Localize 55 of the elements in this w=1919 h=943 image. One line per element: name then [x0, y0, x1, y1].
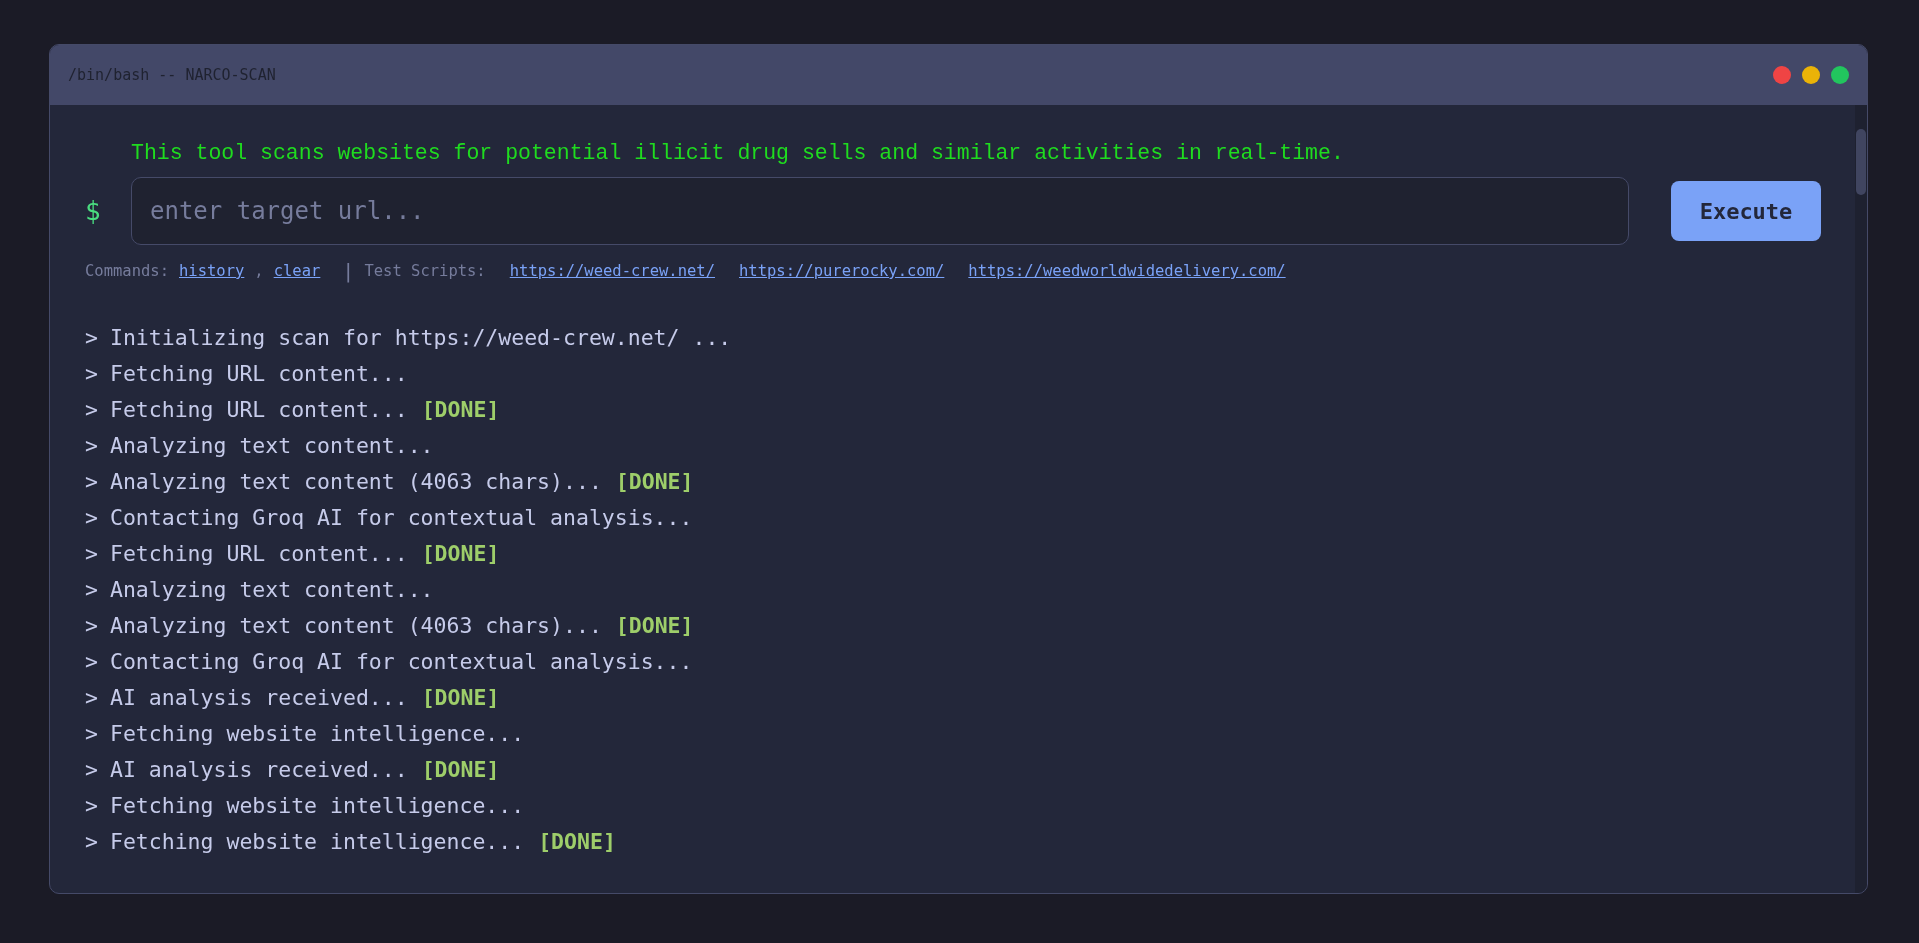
- done-status: [DONE]: [538, 828, 616, 854]
- script-link[interactable]: https://weedworldwidedelivery.com/: [968, 262, 1286, 280]
- log-marker: >: [85, 468, 98, 494]
- log-text: Contacting Groq AI for contextual analysis...: [109, 648, 693, 674]
- log-text: Fetching website intelligence...: [109, 828, 525, 854]
- log-marker: >: [85, 684, 98, 710]
- url-field[interactable]: enter target url...: [131, 177, 1629, 245]
- log-text: Analyzing text content...: [109, 576, 434, 602]
- log-text: AI analysis received...: [109, 684, 408, 710]
- done-status: [DONE]: [421, 756, 500, 782]
- done-status: [DONE]: [615, 612, 694, 638]
- log-marker: >: [85, 828, 98, 854]
- log-text: Contacting Groq AI for contextual analysis...: [109, 504, 693, 530]
- command-link[interactable]: history: [179, 262, 245, 280]
- log-marker: >: [85, 756, 98, 782]
- divider: |: [342, 259, 355, 283]
- log-marker: >: [85, 540, 98, 566]
- log-marker: >: [85, 648, 98, 674]
- execute-button[interactable]: Execute: [1671, 181, 1821, 241]
- prompt-sign: $: [85, 196, 102, 226]
- log-text: AI analysis received...: [109, 756, 408, 782]
- commands-label: Commands:: [85, 262, 169, 280]
- log-text: Analyzing text content (4063 chars)...: [109, 468, 602, 494]
- tagline: This tool scans websites for potential illicit drug sells and similar activities in real-time.: [130, 141, 1345, 165]
- scrollbar-thumb[interactable]: [1856, 129, 1866, 195]
- done-status: [DONE]: [421, 684, 500, 710]
- log-marker: >: [85, 720, 98, 746]
- maximize-dot[interactable]: [1831, 66, 1849, 84]
- log-text: Fetching URL content...: [109, 360, 408, 386]
- log-marker: >: [85, 396, 98, 422]
- close-dot[interactable]: [1773, 66, 1791, 84]
- test-scripts-label: Test Scripts:: [364, 262, 486, 280]
- log-text: Analyzing text content...: [109, 432, 434, 458]
- log-marker: >: [85, 432, 98, 458]
- log-text: Fetching URL content...: [109, 396, 408, 422]
- log-text: Fetching website intelligence...: [109, 720, 525, 746]
- log-marker: >: [85, 504, 98, 530]
- log-marker: >: [85, 360, 98, 386]
- command-link[interactable]: clear: [273, 262, 321, 280]
- script-link[interactable]: https://purerocky.com/: [739, 262, 945, 280]
- window-title: /bin/bash -- NARCO-SCAN: [68, 66, 276, 84]
- log-marker: >: [85, 612, 98, 638]
- log-marker: >: [85, 792, 98, 818]
- log-text: Fetching URL content...: [109, 540, 408, 566]
- done-status: [DONE]: [615, 468, 694, 494]
- separator: ,: [254, 262, 264, 280]
- done-status: [DONE]: [421, 396, 500, 422]
- log-marker: >: [85, 324, 98, 350]
- log-text: Initializing scan for https://weed-crew.net/ ...: [109, 324, 732, 350]
- script-link[interactable]: https://weed-crew.net/: [509, 262, 716, 280]
- log-text: Analyzing text content (4063 chars)...: [109, 612, 602, 638]
- minimize-dot[interactable]: [1802, 66, 1820, 84]
- log-marker: >: [85, 576, 98, 602]
- log-text: Fetching website intelligence...: [109, 792, 525, 818]
- done-status: [DONE]: [421, 540, 500, 566]
